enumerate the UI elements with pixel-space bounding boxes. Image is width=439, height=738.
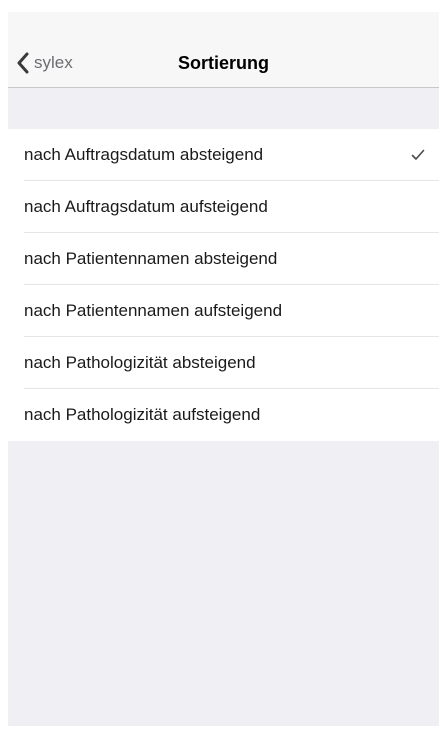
app-window: sylex Sortierung nach Auftragsdatum abst…	[8, 12, 439, 726]
sort-option-label: nach Patientennamen aufsteigend	[24, 301, 283, 320]
navigation-bar: sylex Sortierung	[8, 12, 439, 88]
checkmark-icon	[411, 149, 425, 160]
sort-option-pathologizitaet-aufsteigend[interactable]: nach Pathologizität aufsteigend	[8, 389, 439, 441]
sort-option-auftragsdatum-aufsteigend[interactable]: nach Auftragsdatum aufsteigend	[8, 181, 439, 233]
sort-option-label: nach Auftragsdatum aufsteigend	[24, 197, 268, 216]
sort-option-label: nach Pathologizität aufsteigend	[24, 405, 261, 424]
sort-option-pathologizitaet-absteigend[interactable]: nach Pathologizität absteigend	[8, 337, 439, 389]
sort-option-auftragsdatum-absteigend[interactable]: nach Auftragsdatum absteigend	[8, 129, 439, 181]
sort-options-list: nach Auftragsdatum absteigend nach Auftr…	[8, 129, 439, 441]
top-inset	[0, 0, 439, 12]
back-button[interactable]: sylex	[16, 50, 73, 76]
chevron-left-icon	[17, 52, 29, 74]
sort-option-patientennamen-absteigend[interactable]: nach Patientennamen absteigend	[8, 233, 439, 285]
sort-option-label: nach Pathologizität absteigend	[24, 353, 256, 372]
sort-option-label: nach Patientennamen absteigend	[24, 249, 278, 268]
sort-option-patientennamen-aufsteigend[interactable]: nach Patientennamen aufsteigend	[8, 285, 439, 337]
back-label: sylex	[34, 53, 73, 72]
sort-option-label: nach Auftragsdatum absteigend	[24, 145, 264, 164]
screen: sylex Sortierung nach Auftragsdatum abst…	[0, 0, 439, 738]
